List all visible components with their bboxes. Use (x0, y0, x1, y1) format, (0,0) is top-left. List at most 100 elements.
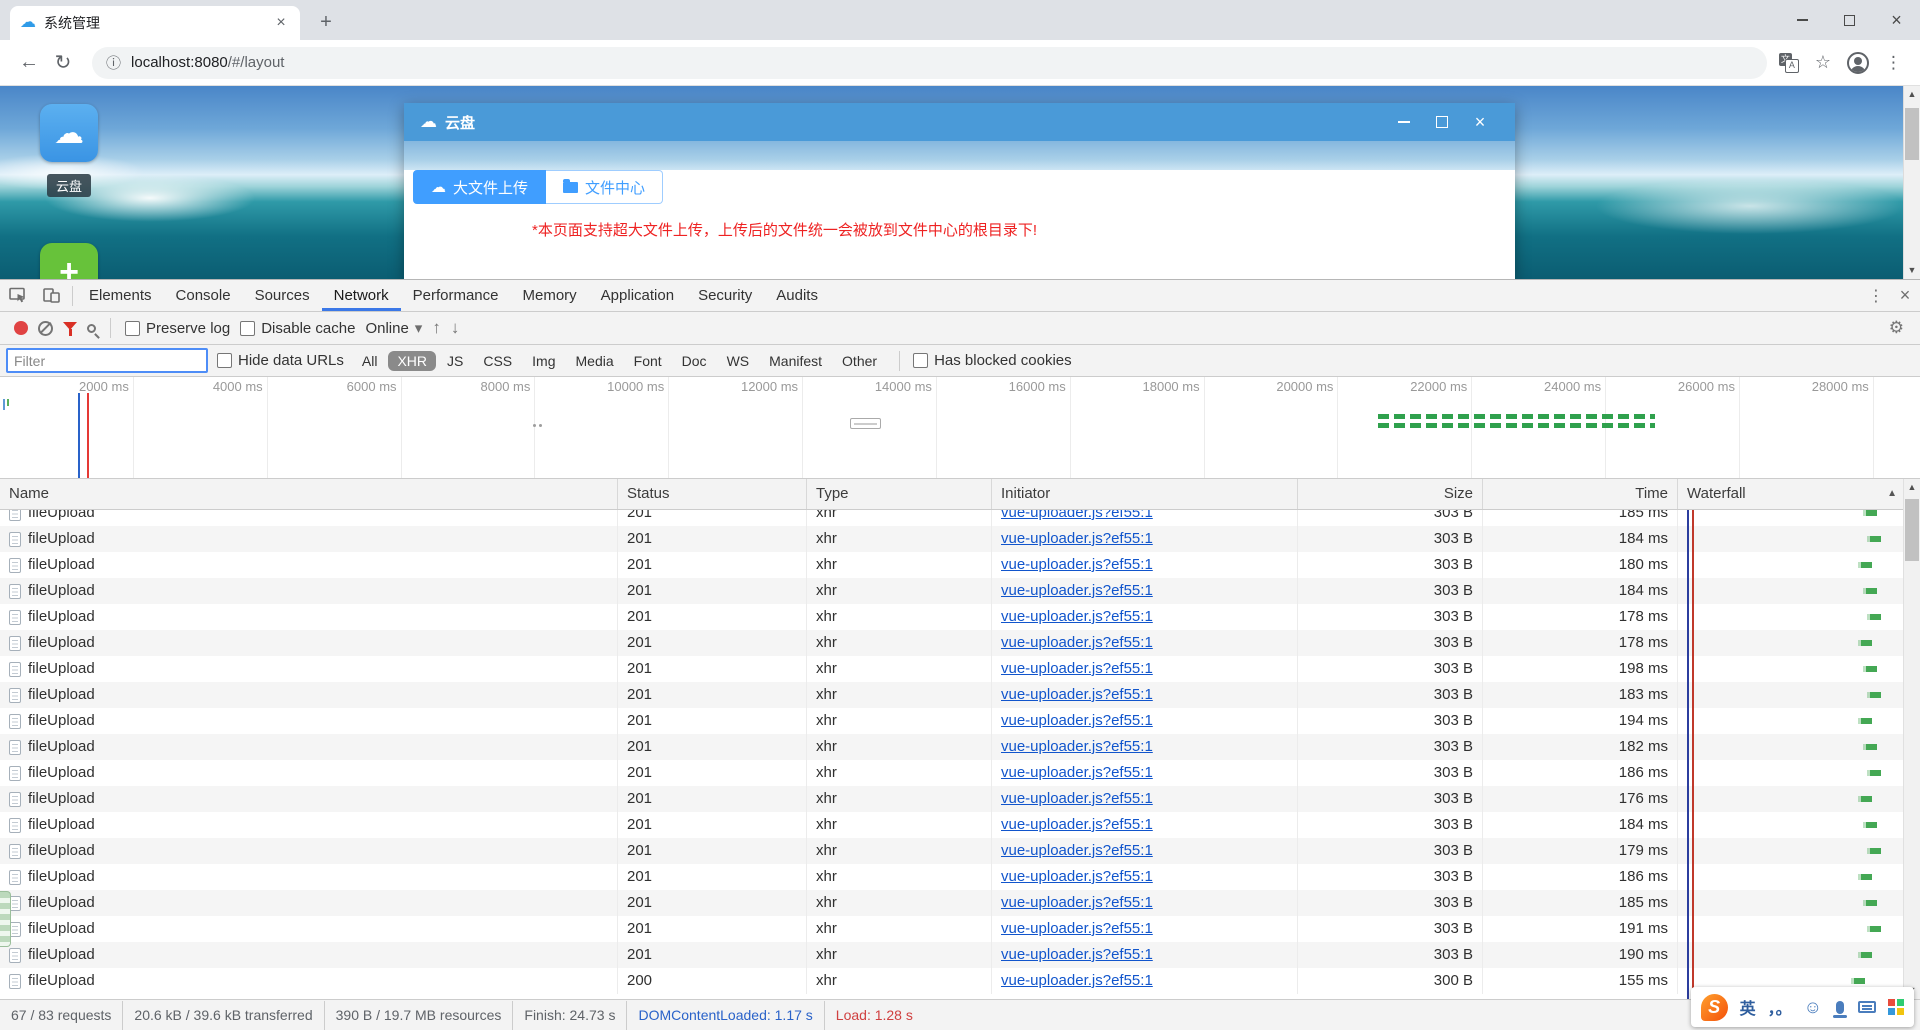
preserve-log-checkbox[interactable]: Preserve log (125, 320, 230, 337)
network-filter-pill[interactable]: WS (718, 351, 759, 371)
network-request-row[interactable]: fileUpload 201 xhr vue-uploader.js?ef55:… (0, 526, 1903, 552)
network-request-row[interactable]: fileUpload 201 xhr vue-uploader.js?ef55:… (0, 630, 1903, 656)
devtools-tab[interactable]: Application (589, 280, 686, 311)
initiator-link[interactable]: vue-uploader.js?ef55:1 (1001, 738, 1153, 755)
network-overview-timeline[interactable]: 2000 ms 4000 ms 6000 ms 8000 ms 10000 ms… (0, 377, 1920, 479)
column-header-status[interactable]: Status (618, 479, 807, 509)
devtools-tab[interactable]: Network (322, 280, 401, 311)
network-filter-pill[interactable]: Other (833, 351, 886, 371)
devtools-close-icon[interactable] (1890, 285, 1920, 306)
devtools-tab[interactable]: Console (164, 280, 243, 311)
cloud-disk-desktop-icon[interactable]: 云盘 (40, 104, 98, 197)
network-request-row[interactable]: fileUpload 201 xhr vue-uploader.js?ef55:… (0, 916, 1903, 942)
network-request-row[interactable]: fileUpload 201 xhr vue-uploader.js?ef55:… (0, 760, 1903, 786)
column-header-time[interactable]: Time (1483, 479, 1678, 509)
column-header-waterfall[interactable]: Waterfall (1678, 479, 1903, 509)
initiator-link[interactable]: vue-uploader.js?ef55:1 (1001, 816, 1153, 833)
clear-button[interactable] (38, 320, 53, 336)
site-info-icon[interactable] (106, 52, 121, 73)
scroll-up-arrow[interactable] (1904, 86, 1920, 103)
initiator-link[interactable]: vue-uploader.js?ef55:1 (1001, 764, 1153, 781)
cloud-disk-tile[interactable] (40, 104, 98, 162)
ime-toolbox-icon[interactable] (1888, 999, 1904, 1015)
blocked-cookies-checkbox[interactable]: Has blocked cookies (913, 352, 1072, 369)
network-filter-pill[interactable]: Media (567, 351, 623, 371)
checkbox[interactable] (217, 353, 232, 368)
sogou-logo-icon[interactable]: S (1700, 993, 1728, 1021)
browser-menu-icon[interactable] (1885, 53, 1902, 73)
initiator-link[interactable]: vue-uploader.js?ef55:1 (1001, 920, 1153, 937)
browser-tab[interactable]: 系统管理 (10, 6, 300, 40)
initiator-link[interactable]: vue-uploader.js?ef55:1 (1001, 868, 1153, 885)
initiator-link[interactable]: vue-uploader.js?ef55:1 (1001, 686, 1153, 703)
initiator-link[interactable]: vue-uploader.js?ef55:1 (1001, 510, 1153, 521)
initiator-link[interactable]: vue-uploader.js?ef55:1 (1001, 582, 1153, 599)
add-tile-button[interactable] (40, 243, 98, 279)
network-request-row[interactable]: fileUpload 201 xhr vue-uploader.js?ef55:… (0, 708, 1903, 734)
devtools-tab[interactable]: Memory (511, 280, 589, 311)
new-tab-button[interactable] (312, 8, 340, 36)
edge-docked-widget[interactable] (0, 891, 11, 947)
import-har-icon[interactable] (432, 318, 441, 338)
search-icon[interactable] (87, 323, 96, 333)
devtools-tab[interactable]: Security (686, 280, 764, 311)
scrollbar-thumb[interactable] (1905, 108, 1919, 160)
devtools-tab[interactable]: Sources (243, 280, 322, 311)
network-filter-pill[interactable]: JS (438, 351, 472, 371)
initiator-link[interactable]: vue-uploader.js?ef55:1 (1001, 790, 1153, 807)
initiator-link[interactable]: vue-uploader.js?ef55:1 (1001, 608, 1153, 625)
devtools-tab[interactable]: Performance (401, 280, 511, 311)
scrollbar-thumb[interactable] (1905, 499, 1919, 561)
network-filter-pill[interactable]: CSS (474, 351, 521, 371)
scroll-up-arrow[interactable] (1904, 479, 1920, 496)
network-request-row[interactable]: fileUpload 201 xhr vue-uploader.js?ef55:… (0, 786, 1903, 812)
column-header-size[interactable]: Size (1298, 479, 1483, 509)
network-request-row[interactable]: fileUpload 201 xhr vue-uploader.js?ef55:… (0, 656, 1903, 682)
initiator-link[interactable]: vue-uploader.js?ef55:1 (1001, 712, 1153, 729)
network-filter-pill[interactable]: Img (523, 351, 564, 371)
initiator-link[interactable]: vue-uploader.js?ef55:1 (1001, 946, 1153, 963)
modal-minimize-button[interactable] (1385, 103, 1423, 141)
modal-close-button[interactable] (1461, 103, 1499, 141)
initiator-link[interactable]: vue-uploader.js?ef55:1 (1001, 842, 1153, 859)
record-button[interactable] (14, 321, 28, 335)
initiator-link[interactable]: vue-uploader.js?ef55:1 (1001, 972, 1153, 989)
back-button[interactable] (12, 51, 46, 74)
checkbox[interactable] (240, 320, 256, 336)
network-request-row[interactable]: fileUpload 201 xhr vue-uploader.js?ef55:… (0, 942, 1903, 968)
network-filter-pill[interactable]: Font (625, 351, 671, 371)
ime-language-toggle[interactable]: 英 (1740, 995, 1756, 1019)
inspect-element-icon[interactable] (0, 280, 34, 312)
network-request-row[interactable]: fileUpload 201 xhr vue-uploader.js?ef55:… (0, 604, 1903, 630)
ime-punctuation-toggle[interactable]: ，。 (1768, 995, 1792, 1019)
virtual-keyboard-icon[interactable] (1858, 1001, 1876, 1013)
column-header-type[interactable]: Type (807, 479, 992, 509)
throttling-dropdown[interactable]: Online (365, 319, 422, 337)
modal-expand-button[interactable] (1423, 103, 1461, 141)
emoji-icon[interactable] (1804, 997, 1822, 1018)
tab-close-icon[interactable] (272, 14, 290, 32)
window-close-button[interactable] (1873, 0, 1920, 40)
address-bar[interactable]: localhost:8080 /#/layout (92, 46, 1767, 79)
translate-icon[interactable] (1778, 52, 1799, 73)
device-toolbar-icon[interactable] (34, 280, 68, 312)
tab-large-file-upload[interactable]: 大文件上传 (413, 170, 547, 204)
devtools-scrollbar[interactable] (1903, 479, 1920, 999)
network-settings-gear-icon[interactable] (1889, 318, 1904, 338)
scroll-down-arrow[interactable] (1904, 262, 1920, 279)
network-request-row[interactable]: fileUpload 201 xhr vue-uploader.js?ef55:… (0, 682, 1903, 708)
network-filter-pill[interactable]: XHR (388, 350, 437, 371)
tab-file-center[interactable]: 文件中心 (546, 170, 664, 204)
devtools-tab[interactable]: Audits (764, 280, 830, 311)
profile-avatar[interactable] (1847, 51, 1869, 74)
initiator-link[interactable]: vue-uploader.js?ef55:1 (1001, 556, 1153, 573)
bookmark-star-icon[interactable] (1815, 52, 1831, 73)
column-header-name[interactable]: Name (0, 479, 618, 509)
network-filter-pill[interactable]: Manifest (760, 351, 831, 371)
network-request-row[interactable]: fileUpload 201 xhr vue-uploader.js?ef55:… (0, 838, 1903, 864)
export-har-icon[interactable] (451, 318, 460, 338)
microphone-icon[interactable] (1833, 1000, 1847, 1018)
initiator-link[interactable]: vue-uploader.js?ef55:1 (1001, 660, 1153, 677)
network-request-row[interactable]: fileUpload 201 xhr vue-uploader.js?ef55:… (0, 734, 1903, 760)
page-scrollbar[interactable] (1903, 86, 1920, 279)
